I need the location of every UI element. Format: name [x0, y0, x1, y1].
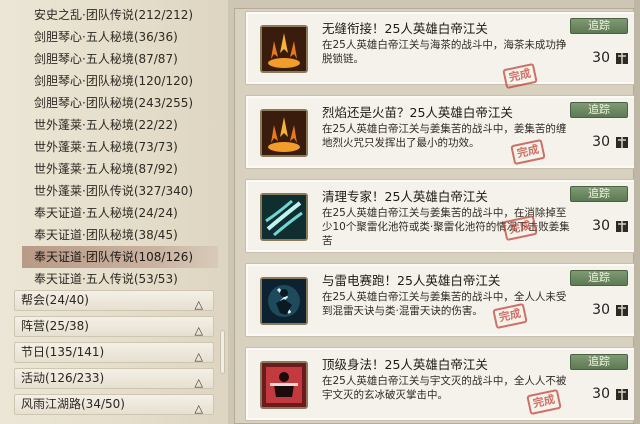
card-title: 顶级身法！25人英雄白帝江关 [322, 357, 488, 372]
card-description: 在25人英雄白帝江关与海茶的战斗中，海茶未成功挣脱锁链。 [322, 39, 567, 65]
achievement-list: 安史之乱·团队传说(212/212) 剑胆琴心·五人秘境(36/36) 剑胆琴心… [22, 4, 218, 290]
expand-triangle-icon[interactable]: △ [195, 321, 203, 340]
category-label: 活动(126/233) [21, 371, 105, 385]
list-item[interactable]: 奉天证道·团队秘境(38/45) [22, 224, 218, 246]
card-title: 无缝衔接！25人英雄白帝江关 [322, 21, 488, 36]
completed-stamp: 完成 [502, 62, 538, 90]
expand-triangle-icon[interactable]: △ [195, 295, 203, 314]
expand-triangle-icon[interactable]: △ [195, 399, 203, 418]
flame-icon [260, 109, 308, 157]
category-label: 节日(135/141) [21, 345, 105, 359]
category-label: 风雨江湖路(34/50) [21, 397, 125, 411]
list-item[interactable]: 奉天证道·五人秘境(24/24) [22, 202, 218, 224]
category-header[interactable]: 帮会(24/40) △ [14, 290, 214, 311]
achievement-token-icon [614, 50, 630, 66]
list-item-selected[interactable]: 奉天证道·团队传说(108/126) [22, 246, 218, 268]
category-label: 阵营(25/38) [21, 319, 89, 333]
detail-scrollbar[interactable] [634, 0, 640, 424]
category-header[interactable]: 节日(135/141) △ [14, 342, 214, 363]
expand-triangle-icon[interactable]: △ [195, 347, 203, 366]
list-item[interactable]: 奉天证道·五人传说(53/53) [22, 268, 218, 290]
achievement-points: 30 [592, 302, 610, 318]
achievement-card: 清理专家！25人英雄白帝江关 在25人英雄白帝江关与姜集苦的战斗中，在消除掉至少… [245, 179, 637, 253]
wind-slash-icon [260, 193, 308, 241]
achievement-points: 30 [592, 50, 610, 66]
points-value: 30 [592, 386, 610, 402]
list-item[interactable]: 世外蓬莱·五人秘境(73/73) [22, 136, 218, 158]
category-header[interactable]: 阵营(25/38) △ [14, 316, 214, 337]
achievement-token-icon [614, 134, 630, 150]
list-item[interactable]: 安史之乱·团队传说(212/212) [22, 4, 218, 26]
achievement-sidebar: 安史之乱·团队传说(212/212) 剑胆琴心·五人秘境(36/36) 剑胆琴心… [0, 0, 228, 424]
achievement-card: 顶级身法！25人英雄白帝江关 在25人英雄白帝江关与宇文灭的战斗中，全人人不被宇… [245, 347, 637, 421]
list-item[interactable]: 剑胆琴心·五人秘境(87/87) [22, 48, 218, 70]
points-value: 30 [592, 302, 610, 318]
track-button[interactable]: 追踪 [570, 354, 628, 370]
card-title: 烈焰还是火苗？25人英雄白帝江关 [322, 105, 513, 120]
category-header[interactable]: 活动(126/233) △ [14, 368, 214, 389]
track-button[interactable]: 追踪 [570, 102, 628, 118]
track-button[interactable]: 追踪 [570, 18, 628, 34]
achievement-points: 30 [592, 386, 610, 402]
expand-triangle-icon[interactable]: △ [195, 373, 203, 392]
flame-icon [260, 25, 308, 73]
list-item[interactable]: 剑胆琴心·五人秘境(36/36) [22, 26, 218, 48]
category-list: 帮会(24/40) △ 阵营(25/38) △ 节日(135/141) △ 活动… [14, 290, 214, 420]
points-value: 30 [592, 218, 610, 234]
category-header[interactable]: 风雨江湖路(34/50) △ [14, 394, 214, 415]
achievement-card: 烈焰还是火苗？25人英雄白帝江关 在25人英雄白帝江关与姜集苦的战斗中，姜集苦的… [245, 95, 637, 169]
card-description: 在25人英雄白帝江关与姜集苦的战斗中，全人人未受到混雷天诀与类·混雷天诀的伤害。 [322, 291, 567, 317]
lightning-figure-icon [260, 277, 308, 325]
list-item[interactable]: 世外蓬莱·团队传说(327/340) [22, 180, 218, 202]
list-item[interactable]: 世外蓬莱·五人秘境(87/92) [22, 158, 218, 180]
achievement-points: 30 [592, 134, 610, 150]
achievement-card: 与雷电赛跑！25人英雄白帝江关 在25人英雄白帝江关与姜集苦的战斗中，全人人未受… [245, 263, 637, 337]
achievement-token-icon [614, 386, 630, 402]
sidebar-scrollbar[interactable] [220, 330, 225, 374]
track-button[interactable]: 追踪 [570, 270, 628, 286]
points-value: 30 [592, 50, 610, 66]
card-container: 无缝衔接！25人英雄白帝江关 在25人英雄白帝江关与海茶的战斗中，海茶未成功挣脱… [234, 8, 637, 424]
warrior-icon [260, 361, 308, 409]
achievement-detail-panel: 无缝衔接！25人英雄白帝江关 在25人英雄白帝江关与海茶的战斗中，海茶未成功挣脱… [228, 0, 640, 424]
list-item[interactable]: 世外蓬莱·五人秘境(22/22) [22, 114, 218, 136]
list-item[interactable]: 剑胆琴心·团队秘境(120/120) [22, 70, 218, 92]
points-value: 30 [592, 134, 610, 150]
list-item[interactable]: 剑胆琴心·团队秘境(243/255) [22, 92, 218, 114]
card-title: 与雷电赛跑！25人英雄白帝江关 [322, 273, 501, 288]
achievement-points: 30 [592, 218, 610, 234]
card-title: 清理专家！25人英雄白帝江关 [322, 189, 488, 204]
achievement-token-icon [614, 218, 630, 234]
track-button[interactable]: 追踪 [570, 186, 628, 202]
achievement-card: 无缝衔接！25人英雄白帝江关 在25人英雄白帝江关与海茶的战斗中，海茶未成功挣脱… [245, 11, 637, 90]
category-label: 帮会(24/40) [21, 293, 89, 307]
achievement-token-icon [614, 302, 630, 318]
